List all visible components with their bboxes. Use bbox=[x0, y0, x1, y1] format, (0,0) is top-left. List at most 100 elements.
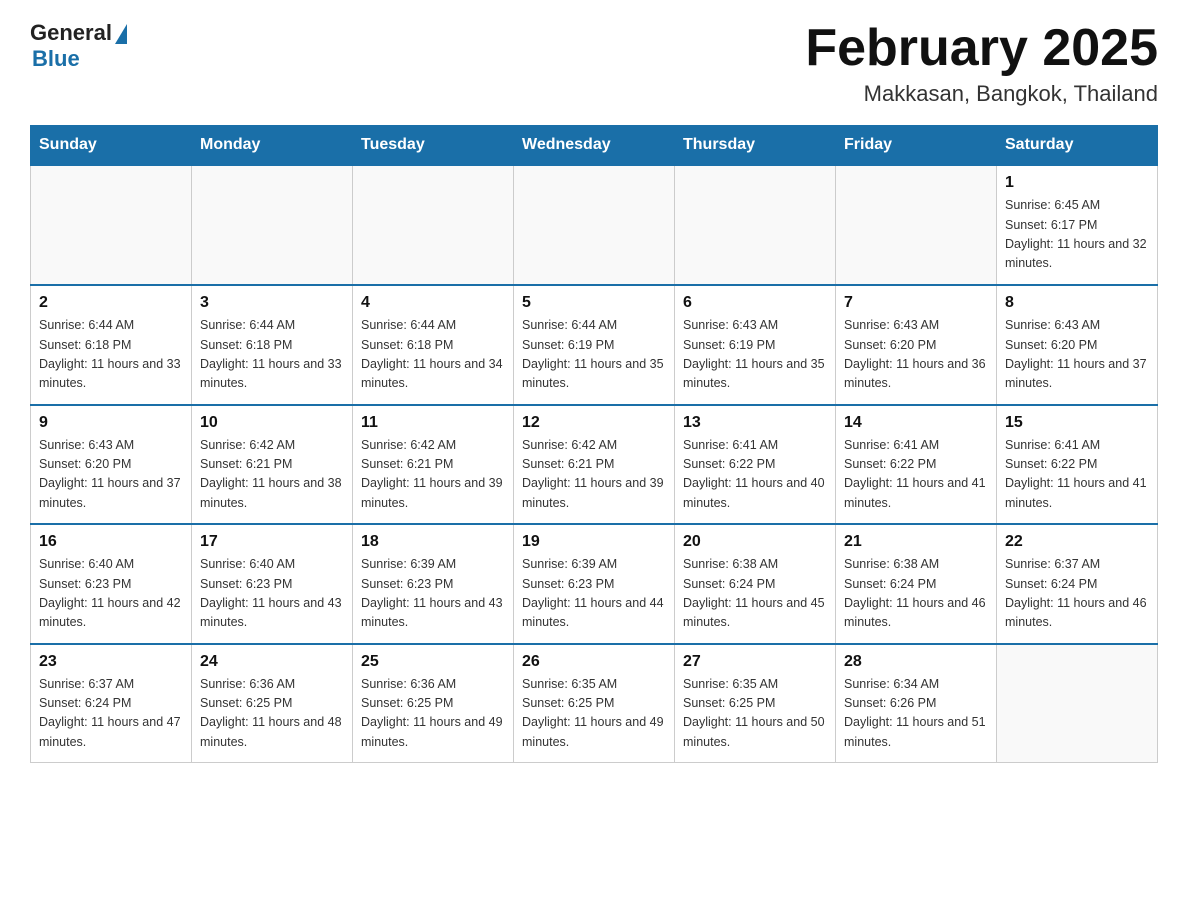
calendar-cell: 20 Sunrise: 6:38 AMSunset: 6:24 PMDayligh… bbox=[675, 524, 836, 644]
day-info: Sunrise: 6:39 AMSunset: 6:23 PMDaylight:… bbox=[361, 555, 505, 633]
calendar-cell: 18 Sunrise: 6:39 AMSunset: 6:23 PMDayligh… bbox=[353, 524, 514, 644]
calendar-cell: 16 Sunrise: 6:40 AMSunset: 6:23 PMDayligh… bbox=[31, 524, 192, 644]
day-info: Sunrise: 6:44 AMSunset: 6:18 PMDaylight:… bbox=[361, 316, 505, 394]
day-number: 18 bbox=[361, 533, 505, 551]
calendar-cell: 7 Sunrise: 6:43 AMSunset: 6:20 PMDaylight… bbox=[836, 285, 997, 405]
day-number: 24 bbox=[200, 653, 344, 671]
calendar-week-row: 1 Sunrise: 6:45 AMSunset: 6:17 PMDaylight… bbox=[31, 165, 1158, 285]
calendar-cell: 9 Sunrise: 6:43 AMSunset: 6:20 PMDaylight… bbox=[31, 405, 192, 525]
calendar-cell: 28 Sunrise: 6:34 AMSunset: 6:26 PMDayligh… bbox=[836, 644, 997, 763]
day-info: Sunrise: 6:44 AMSunset: 6:18 PMDaylight:… bbox=[200, 316, 344, 394]
day-number: 23 bbox=[39, 653, 183, 671]
calendar-cell: 3 Sunrise: 6:44 AMSunset: 6:18 PMDaylight… bbox=[192, 285, 353, 405]
calendar-week-row: 16 Sunrise: 6:40 AMSunset: 6:23 PMDayligh… bbox=[31, 524, 1158, 644]
calendar-cell: 24 Sunrise: 6:36 AMSunset: 6:25 PMDayligh… bbox=[192, 644, 353, 763]
day-info: Sunrise: 6:43 AMSunset: 6:20 PMDaylight:… bbox=[844, 316, 988, 394]
calendar-cell: 2 Sunrise: 6:44 AMSunset: 6:18 PMDaylight… bbox=[31, 285, 192, 405]
day-info: Sunrise: 6:43 AMSunset: 6:20 PMDaylight:… bbox=[1005, 316, 1149, 394]
weekday-header-thursday: Thursday bbox=[675, 126, 836, 166]
day-info: Sunrise: 6:38 AMSunset: 6:24 PMDaylight:… bbox=[683, 555, 827, 633]
calendar-header: SundayMondayTuesdayWednesdayThursdayFrid… bbox=[31, 126, 1158, 166]
day-number: 9 bbox=[39, 414, 183, 432]
day-info: Sunrise: 6:35 AMSunset: 6:25 PMDaylight:… bbox=[522, 675, 666, 753]
calendar-week-row: 23 Sunrise: 6:37 AMSunset: 6:24 PMDayligh… bbox=[31, 644, 1158, 763]
day-number: 25 bbox=[361, 653, 505, 671]
calendar-cell bbox=[31, 165, 192, 285]
calendar-cell bbox=[836, 165, 997, 285]
day-info: Sunrise: 6:41 AMSunset: 6:22 PMDaylight:… bbox=[683, 436, 827, 514]
day-number: 5 bbox=[522, 294, 666, 312]
day-info: Sunrise: 6:37 AMSunset: 6:24 PMDaylight:… bbox=[1005, 555, 1149, 633]
day-info: Sunrise: 6:43 AMSunset: 6:19 PMDaylight:… bbox=[683, 316, 827, 394]
page-header: General Blue February 2025 Makkasan, Ban… bbox=[30, 20, 1158, 107]
day-info: Sunrise: 6:38 AMSunset: 6:24 PMDaylight:… bbox=[844, 555, 988, 633]
day-number: 8 bbox=[1005, 294, 1149, 312]
day-info: Sunrise: 6:44 AMSunset: 6:19 PMDaylight:… bbox=[522, 316, 666, 394]
location-text: Makkasan, Bangkok, Thailand bbox=[805, 81, 1158, 107]
day-info: Sunrise: 6:42 AMSunset: 6:21 PMDaylight:… bbox=[200, 436, 344, 514]
calendar-cell: 21Sunrise: 6:38 AMSunset: 6:24 PMDayligh… bbox=[836, 524, 997, 644]
month-title: February 2025 bbox=[805, 20, 1158, 77]
day-info: Sunrise: 6:34 AMSunset: 6:26 PMDaylight:… bbox=[844, 675, 988, 753]
day-info: Sunrise: 6:37 AMSunset: 6:24 PMDaylight:… bbox=[39, 675, 183, 753]
day-number: 17 bbox=[200, 533, 344, 551]
calendar-cell: 5 Sunrise: 6:44 AMSunset: 6:19 PMDaylight… bbox=[514, 285, 675, 405]
day-number: 16 bbox=[39, 533, 183, 551]
calendar-table: SundayMondayTuesdayWednesdayThursdayFrid… bbox=[30, 125, 1158, 763]
logo-triangle-icon bbox=[115, 24, 127, 44]
calendar-cell: 23 Sunrise: 6:37 AMSunset: 6:24 PMDayligh… bbox=[31, 644, 192, 763]
calendar-week-row: 9 Sunrise: 6:43 AMSunset: 6:20 PMDaylight… bbox=[31, 405, 1158, 525]
calendar-cell: 12Sunrise: 6:42 AMSunset: 6:21 PMDayligh… bbox=[514, 405, 675, 525]
day-number: 14 bbox=[844, 414, 988, 432]
title-area: February 2025 Makkasan, Bangkok, Thailan… bbox=[805, 20, 1158, 107]
day-number: 15 bbox=[1005, 414, 1149, 432]
day-number: 19 bbox=[522, 533, 666, 551]
calendar-cell bbox=[514, 165, 675, 285]
day-number: 1 bbox=[1005, 174, 1149, 192]
calendar-cell bbox=[675, 165, 836, 285]
day-info: Sunrise: 6:44 AMSunset: 6:18 PMDaylight:… bbox=[39, 316, 183, 394]
day-info: Sunrise: 6:40 AMSunset: 6:23 PMDaylight:… bbox=[39, 555, 183, 633]
weekday-header-tuesday: Tuesday bbox=[353, 126, 514, 166]
calendar-cell: 27 Sunrise: 6:35 AMSunset: 6:25 PMDayligh… bbox=[675, 644, 836, 763]
day-number: 7 bbox=[844, 294, 988, 312]
day-number: 6 bbox=[683, 294, 827, 312]
calendar-cell: 8 Sunrise: 6:43 AMSunset: 6:20 PMDaylight… bbox=[997, 285, 1158, 405]
day-info: Sunrise: 6:43 AMSunset: 6:20 PMDaylight:… bbox=[39, 436, 183, 514]
day-number: 22 bbox=[1005, 533, 1149, 551]
day-info: Sunrise: 6:36 AMSunset: 6:25 PMDaylight:… bbox=[200, 675, 344, 753]
calendar-cell: 22 Sunrise: 6:37 AMSunset: 6:24 PMDayligh… bbox=[997, 524, 1158, 644]
day-number: 13 bbox=[683, 414, 827, 432]
day-info: Sunrise: 6:35 AMSunset: 6:25 PMDaylight:… bbox=[683, 675, 827, 753]
calendar-cell: 6 Sunrise: 6:43 AMSunset: 6:19 PMDaylight… bbox=[675, 285, 836, 405]
calendar-cell bbox=[192, 165, 353, 285]
calendar-body: 1 Sunrise: 6:45 AMSunset: 6:17 PMDaylight… bbox=[31, 165, 1158, 763]
day-number: 20 bbox=[683, 533, 827, 551]
day-info: Sunrise: 6:45 AMSunset: 6:17 PMDaylight:… bbox=[1005, 196, 1149, 274]
calendar-cell: 1 Sunrise: 6:45 AMSunset: 6:17 PMDaylight… bbox=[997, 165, 1158, 285]
day-info: Sunrise: 6:40 AMSunset: 6:23 PMDaylight:… bbox=[200, 555, 344, 633]
weekday-header-wednesday: Wednesday bbox=[514, 126, 675, 166]
calendar-week-row: 2 Sunrise: 6:44 AMSunset: 6:18 PMDaylight… bbox=[31, 285, 1158, 405]
weekday-header-monday: Monday bbox=[192, 126, 353, 166]
day-number: 2 bbox=[39, 294, 183, 312]
calendar-cell: 26Sunrise: 6:35 AMSunset: 6:25 PMDayligh… bbox=[514, 644, 675, 763]
day-number: 4 bbox=[361, 294, 505, 312]
calendar-cell: 13 Sunrise: 6:41 AMSunset: 6:22 PMDayligh… bbox=[675, 405, 836, 525]
day-number: 28 bbox=[844, 653, 988, 671]
calendar-cell: 25Sunrise: 6:36 AMSunset: 6:25 PMDayligh… bbox=[353, 644, 514, 763]
weekday-header-row: SundayMondayTuesdayWednesdayThursdayFrid… bbox=[31, 126, 1158, 166]
calendar-cell: 10Sunrise: 6:42 AMSunset: 6:21 PMDayligh… bbox=[192, 405, 353, 525]
calendar-cell: 15Sunrise: 6:41 AMSunset: 6:22 PMDayligh… bbox=[997, 405, 1158, 525]
calendar-cell: 14 Sunrise: 6:41 AMSunset: 6:22 PMDayligh… bbox=[836, 405, 997, 525]
day-info: Sunrise: 6:42 AMSunset: 6:21 PMDaylight:… bbox=[361, 436, 505, 514]
day-number: 3 bbox=[200, 294, 344, 312]
weekday-header-friday: Friday bbox=[836, 126, 997, 166]
calendar-cell bbox=[353, 165, 514, 285]
calendar-cell: 17 Sunrise: 6:40 AMSunset: 6:23 PMDayligh… bbox=[192, 524, 353, 644]
day-number: 27 bbox=[683, 653, 827, 671]
day-number: 11 bbox=[361, 414, 505, 432]
day-info: Sunrise: 6:41 AMSunset: 6:22 PMDaylight:… bbox=[844, 436, 988, 514]
calendar-cell: 4 Sunrise: 6:44 AMSunset: 6:18 PMDaylight… bbox=[353, 285, 514, 405]
day-number: 12 bbox=[522, 414, 666, 432]
